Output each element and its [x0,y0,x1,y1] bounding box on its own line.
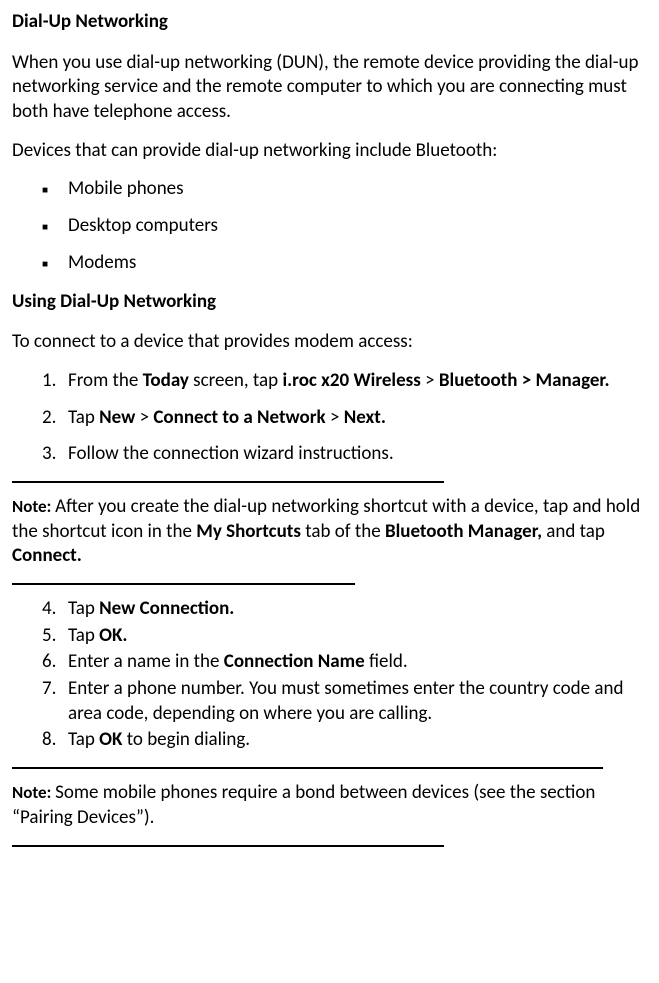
note-label: Note: [12,782,55,803]
note-label: Note: [12,496,55,517]
divider [12,583,355,585]
steps-list-b: Tap New Connection. Tap OK. Enter a name… [12,597,647,753]
divider [12,481,444,483]
note-1: Note: After you create the dial-up netwo… [12,495,647,569]
list-item: Desktop computers [12,214,647,239]
divider [12,767,603,769]
steps-list-a: From the Today screen, tap i.roc x20 Wir… [12,369,647,467]
list-item: Tap New Connection. [12,597,647,622]
list-item: Tap OK. [12,624,647,649]
heading-using-dun: Using Dial-Up Networking [12,290,647,315]
list-item: Enter a phone number. You must sometimes… [12,677,647,726]
list-item: From the Today screen, tap i.roc x20 Wir… [12,369,647,394]
list-item: Follow the connection wizard instruction… [12,442,647,467]
paragraph-devices-intro: Devices that can provide dial-up network… [12,139,647,164]
list-item: Modems [12,251,647,276]
note-2: Note: Some mobile phones require a bond … [12,781,647,830]
list-item: Mobile phones [12,177,647,202]
heading-dun: Dial-Up Networking [12,10,647,35]
list-item: Tap New > Connect to a Network > Next. [12,406,647,431]
list-item: Enter a name in the Connection Name fiel… [12,650,647,675]
paragraph-intro: When you use dial-up networking (DUN), t… [12,51,647,125]
paragraph-connect-intro: To connect to a device that provides mod… [12,330,647,355]
device-list: Mobile phones Desktop computers Modems [12,177,647,275]
divider [12,845,444,847]
list-item: Tap OK to begin dialing. [12,728,647,753]
